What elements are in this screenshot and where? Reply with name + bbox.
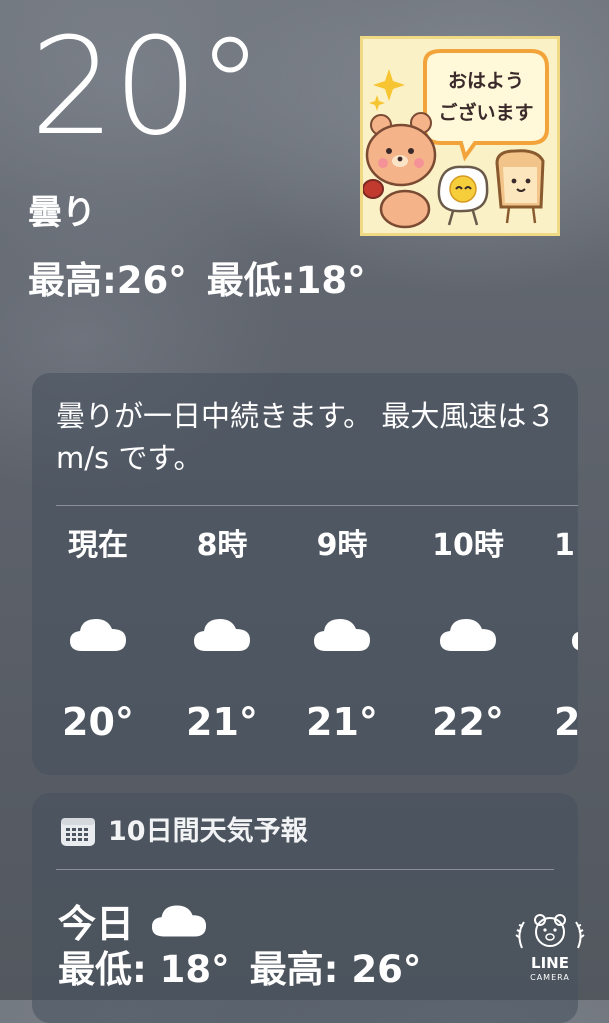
hour-temp: 2 — [554, 700, 578, 744]
current-high-low: 最高:26° 最低:18° — [28, 262, 366, 299]
hour-time: 10時 — [432, 528, 504, 563]
hour-temp: 21° — [186, 700, 258, 744]
today-low: 最低: 18° — [58, 948, 230, 991]
cloud-icon — [151, 905, 207, 936]
today-row[interactable]: 今日 — [58, 893, 208, 948]
hour-time: 1 — [554, 528, 575, 563]
watermark-sub: CAMERA — [530, 973, 570, 982]
cloud-icon — [314, 619, 370, 651]
today-high-low: 最低: 18° 最高: 26° — [58, 951, 421, 988]
card-divider — [56, 869, 554, 870]
hourly-forecast-card[interactable]: 曇りが一日中続きます。 最大風速は３ m/s です。 現在 20° 8時 21°… — [32, 373, 578, 775]
cloud-icon — [70, 619, 126, 651]
hour-time: 現在 — [68, 528, 128, 563]
current-condition: 曇り — [28, 193, 96, 233]
cloud-icon — [194, 619, 250, 651]
hour-time: 8時 — [196, 528, 248, 563]
hour-time: 9時 — [316, 528, 368, 563]
watermark-brand: LINE — [531, 954, 569, 972]
hour-temp: 22° — [432, 700, 504, 744]
current-high: 最高:26° — [28, 259, 187, 302]
cloud-icon — [572, 631, 578, 651]
sticker-greeting-line1: おはよう — [448, 70, 524, 92]
current-temperature: 20° — [30, 9, 264, 165]
ten-day-header: 10日間天気予報 — [60, 815, 308, 849]
ten-day-forecast-card[interactable]: 10日間天気予報 今日 最低: 18° 最高: 26° — [32, 793, 578, 1023]
egg-icon — [437, 165, 489, 226]
bear-icon — [363, 112, 437, 229]
current-low: 最低:18° — [206, 259, 366, 302]
sticker-greeting-line2: ございます — [438, 101, 533, 124]
hour-temp: 21° — [306, 700, 378, 744]
greeting-sticker: おはよう ございます — [360, 36, 560, 236]
hourly-scroller[interactable]: 現在 20° 8時 21° 9時 21° 10時 22° 1 2 — [32, 373, 578, 775]
hour-temp: 20° — [62, 700, 134, 744]
bear-logo-icon — [515, 914, 585, 949]
line-camera-watermark: LINE CAMERA — [512, 908, 588, 996]
ten-day-title: 10日間天気予報 — [108, 816, 308, 847]
cloud-icon — [440, 619, 496, 651]
today-high: 最高: 26° — [249, 948, 422, 991]
toast-icon — [495, 149, 545, 224]
today-label: 今日 — [58, 902, 135, 946]
calendar-icon — [61, 818, 95, 846]
